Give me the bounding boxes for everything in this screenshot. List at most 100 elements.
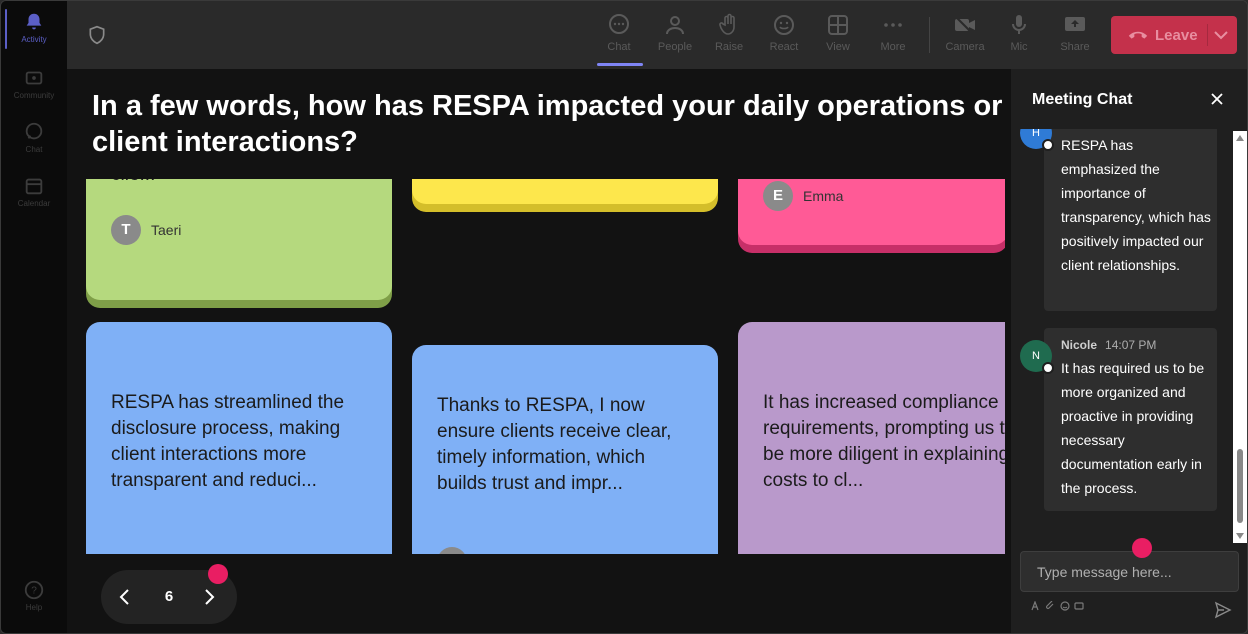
avatar: E: [763, 181, 793, 211]
author-name: Emma: [803, 188, 844, 204]
note-text: RESPA has streamlined the disclosure pro…: [111, 392, 345, 491]
chat-scrollbar[interactable]: [1233, 131, 1247, 543]
sticky-note[interactable]: E Emma: [738, 179, 1005, 245]
avatar-initial: N: [1032, 350, 1040, 362]
leave-button-label: Leave: [1155, 27, 1198, 44]
presentation-stage: In a few words, how has RESPA impacted y…: [67, 69, 1011, 633]
gif-icon[interactable]: [1074, 601, 1084, 611]
svg-text:?: ?: [31, 586, 37, 597]
share-button-label: Share: [1060, 41, 1090, 53]
camera-off-icon: [954, 15, 975, 35]
pointer-indicator: [1132, 538, 1152, 558]
sticky-note[interactable]: RESPA has streamlined the disclosure pro…: [86, 322, 392, 554]
leave-divider: [1207, 24, 1208, 46]
community-icon: [25, 71, 43, 85]
chevron-down-icon[interactable]: [1213, 28, 1229, 42]
author-name: Taeri: [151, 222, 182, 238]
chat-button[interactable]: Chat: [594, 11, 644, 63]
toolbar-divider: [929, 17, 930, 53]
chevron-right-icon[interactable]: [199, 587, 219, 607]
chevron-left-icon[interactable]: [115, 587, 135, 607]
chat-icon: [25, 122, 43, 140]
grid-icon: [828, 15, 848, 35]
rail-item-calendar[interactable]: Calendar: [1, 165, 67, 217]
rail-item-activity[interactable]: Activity: [1, 1, 67, 53]
chat-title: Meeting Chat: [1032, 91, 1133, 108]
page-number: 6: [164, 588, 174, 605]
note-text: Thanks to RESPA, I now ensure clients re…: [437, 395, 672, 494]
format-text-icon[interactable]: [1031, 601, 1041, 611]
sticky-note[interactable]: clie... T Taeri: [86, 179, 392, 300]
bell-icon: [26, 13, 42, 30]
message-compose-box: [1020, 551, 1239, 592]
send-icon[interactable]: [1214, 601, 1232, 619]
note-text: clie...: [111, 179, 155, 188]
chat-message-text: RESPA has emphasized the importance of t…: [1061, 137, 1211, 273]
note-text: It has increased compliance requirements…: [763, 392, 1005, 491]
chat-message: Nicole 14:07 PM It has required us to be …: [1044, 328, 1217, 511]
calendar-icon: [25, 178, 43, 195]
avatar: N: [1020, 340, 1054, 374]
emoji-icon[interactable]: [1060, 601, 1070, 611]
rail-label-help: Help: [25, 603, 43, 612]
react-button[interactable]: React: [759, 11, 809, 63]
more-button[interactable]: More: [868, 11, 918, 63]
raise-button-label: Raise: [714, 41, 744, 53]
sticky-notes-board: clie... T Taeri E Emma RESPA has streaml…: [67, 179, 1005, 554]
chat-message-meta: Nicole 14:07 PM: [1061, 338, 1156, 352]
shield-icon[interactable]: [87, 25, 107, 45]
question-title: In a few words, how has RESPA impacted y…: [92, 90, 1003, 158]
rail-item-chat[interactable]: Chat: [1, 111, 67, 163]
pointer-indicator: [208, 564, 228, 584]
sender-name: Nicole: [1061, 338, 1098, 352]
avatar: [437, 547, 467, 554]
chat-message-text: It has required us to be more organized …: [1061, 360, 1205, 496]
sticky-note[interactable]: [412, 179, 718, 204]
meeting-chat-panel: RESPA has emphasized the importance of t…: [1011, 69, 1247, 633]
leave-button[interactable]: Leave: [1111, 16, 1237, 54]
more-dots-icon: [884, 23, 902, 27]
app-rail: Activity Community Chat Calendar ? Help: [1, 1, 67, 633]
hand-icon: [719, 13, 735, 35]
rail-item-community[interactable]: Community: [1, 57, 67, 109]
microphone-icon: [1012, 15, 1026, 34]
view-button-label: View: [826, 41, 850, 53]
chat-header: Meeting Chat: [1011, 69, 1247, 129]
people-button[interactable]: People: [650, 11, 700, 63]
mic-button-label: Mic: [1010, 41, 1028, 53]
people-button-label: People: [657, 41, 693, 53]
more-button-label: More: [880, 41, 906, 53]
react-button-label: React: [769, 41, 799, 53]
rail-label-chat: Chat: [25, 145, 43, 154]
message-time: 14:07 PM: [1105, 338, 1157, 352]
share-screen-icon: [1065, 17, 1085, 31]
smiley-icon: [774, 15, 794, 35]
sticky-note[interactable]: It has increased compliance requirements…: [738, 322, 1005, 554]
presence-indicator: [1042, 139, 1054, 151]
phone-hangup-icon: [1128, 31, 1148, 39]
rail-label-community: Community: [13, 91, 55, 100]
meeting-toolbar: Chat People Raise React View More Camera: [67, 1, 1247, 69]
chat-active-indicator: [597, 63, 643, 66]
share-button[interactable]: Share: [1050, 11, 1100, 63]
presence-indicator: [1042, 362, 1054, 374]
close-icon[interactable]: [1209, 91, 1225, 107]
avatar: T: [111, 215, 141, 245]
view-button[interactable]: View: [813, 11, 863, 63]
sticky-note[interactable]: Thanks to RESPA, I now ensure clients re…: [412, 345, 718, 554]
message-input[interactable]: [1021, 552, 1238, 591]
rail-item-help[interactable]: ? Help: [1, 569, 67, 621]
chat-message: RESPA has emphasized the importance of t…: [1044, 109, 1217, 311]
rail-label-calendar: Calendar: [17, 199, 51, 208]
mic-button[interactable]: Mic: [994, 11, 1044, 63]
chat-button-label: Chat: [607, 41, 631, 53]
scrollbar-thumb[interactable]: [1237, 449, 1243, 523]
raise-hand-button[interactable]: Raise: [704, 11, 754, 63]
scroll-down-arrow[interactable]: [1236, 533, 1244, 539]
attach-icon[interactable]: [1046, 601, 1056, 611]
meeting-window: Activity Community Chat Calendar ? Help …: [0, 0, 1248, 634]
camera-button[interactable]: Camera: [940, 11, 990, 63]
camera-button-label: Camera: [945, 41, 985, 53]
rail-label-activity: Activity: [21, 35, 47, 44]
scroll-up-arrow[interactable]: [1236, 135, 1244, 141]
